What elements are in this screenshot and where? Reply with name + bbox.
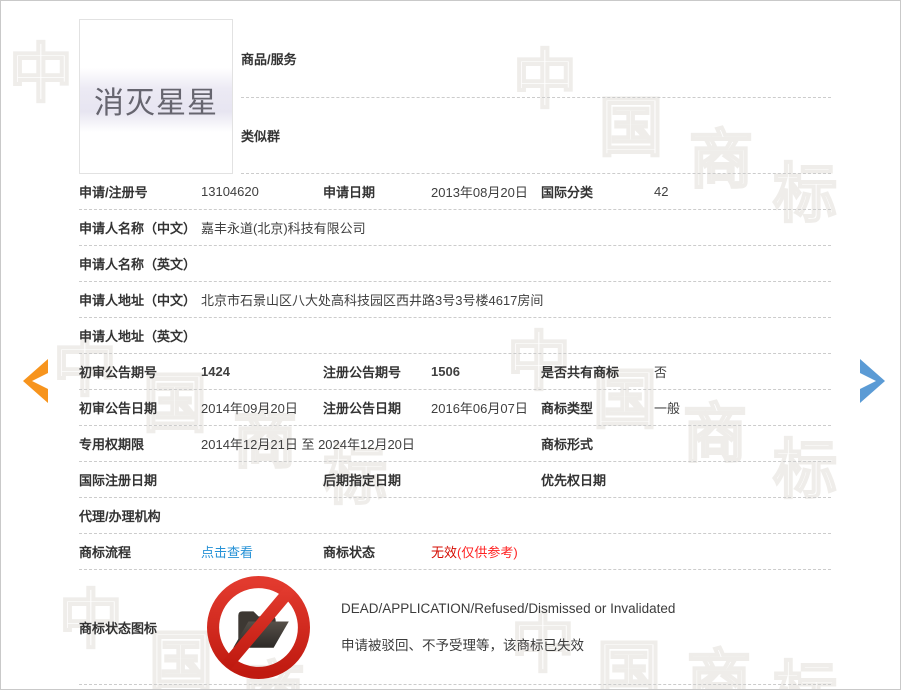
applicant-addr-en-label: 申请人地址（英文）: [79, 326, 201, 345]
table-row: 申请人地址（英文）: [79, 318, 831, 354]
applicant-name-en-label: 申请人名称（英文）: [79, 254, 201, 273]
watermark-char: 中: [9, 43, 73, 107]
reg-gazette-no-label: 注册公告期号: [323, 362, 431, 381]
table-row: 申请人地址（中文） 北京市石景山区八大处高科技园区西井路3号3号楼4617房间: [79, 282, 831, 318]
intl-class-label: 国际分类: [541, 182, 654, 201]
goods-services-label: 商品/服务: [241, 49, 297, 68]
app-date-label: 申请日期: [323, 182, 431, 201]
table-row: 申请人名称（中文） 嘉丰永道(北京)科技有限公司: [79, 210, 831, 246]
status-icon-label: 商标状态图标: [79, 618, 201, 637]
exclusive-period-label: 专用权期限: [79, 434, 201, 453]
mark-form-label: 商标形式: [541, 434, 654, 453]
first-gazette-date-value: 2014年09月20日: [201, 398, 323, 417]
applicant-addr-cn-label: 申请人地址（中文）: [79, 290, 201, 309]
table-row: 国际注册日期 后期指定日期 优先权日期: [79, 462, 831, 498]
applicant-addr-cn-value: 北京市石景山区八大处高科技园区西井路3号3号楼4617房间: [201, 290, 831, 309]
first-gazette-date-label: 初审公告日期: [79, 398, 201, 417]
prohibited-folder-icon: [206, 575, 311, 680]
status-label: 商标状态: [323, 542, 431, 561]
chevron-right-icon: [857, 358, 889, 404]
trademark-image-band: 消灭星星: [80, 68, 232, 132]
status-line-cn: 申请被驳回、不予受理等，该商标已失效: [341, 634, 675, 654]
status-value: 无效: [431, 545, 457, 560]
prev-page-arrow[interactable]: [19, 358, 51, 404]
mark-type-value: 一般: [654, 398, 831, 417]
status-icon-row: 商标状态图标: [79, 570, 831, 685]
table-row: 商标流程 点击查看 商标状态 无效(仅供参考): [79, 534, 831, 570]
exclusive-period-value: 2014年12月21日 至 2024年12月20日: [201, 434, 541, 453]
agency-label: 代理/办理机构: [79, 506, 201, 525]
shared-mark-label: 是否共有商标: [541, 362, 654, 381]
process-label: 商标流程: [79, 542, 201, 561]
status-note: (仅供参考): [457, 545, 518, 560]
trademark-image[interactable]: 消灭星星: [79, 19, 233, 174]
table-row: 专用权期限 2014年12月21日 至 2024年12月20日 商标形式: [79, 426, 831, 462]
app-date-value: 2013年08月20日: [431, 182, 541, 201]
reg-no-label: 申请/注册号: [79, 182, 201, 201]
table-row: 代理/办理机构: [79, 498, 831, 534]
table-row: 申请人名称（英文）: [79, 246, 831, 282]
first-gazette-no-value: 1424: [201, 364, 323, 379]
reg-no-value: 13104620: [201, 184, 323, 199]
table-row: 申请/注册号 13104620 申请日期 2013年08月20日 国际分类 42: [79, 174, 831, 210]
reg-gazette-date-value: 2016年06月07日: [431, 398, 541, 417]
late-designation-date-label: 后期指定日期: [323, 470, 431, 489]
process-view-link[interactable]: 点击查看: [201, 542, 323, 561]
status-line-en: DEAD/APPLICATION/Refused/Dismissed or In…: [341, 601, 675, 616]
chevron-left-icon: [19, 358, 51, 404]
trademark-name-text: 消灭星星: [94, 78, 218, 122]
trademark-detail-page: 中 中 国 商 标 中 国 商 标 中 国 商 标 中 国 商 中 国 商 标 …: [0, 0, 901, 690]
similar-group-row: 类似群: [241, 98, 831, 174]
shared-mark-value: 否: [654, 362, 831, 381]
first-gazette-no-label: 初审公告期号: [79, 362, 201, 381]
reg-gazette-date-label: 注册公告日期: [323, 398, 431, 417]
next-page-arrow[interactable]: [857, 358, 889, 404]
top-section: 消灭星星 商品/服务 类似群: [79, 19, 831, 174]
dead-status-icon: [206, 575, 311, 680]
mark-type-label: 商标类型: [541, 398, 654, 417]
table-row: 初审公告期号 1424 注册公告期号 1506 是否共有商标 否: [79, 354, 831, 390]
table-row: 初审公告日期 2014年09月20日 注册公告日期 2016年06月07日 商标…: [79, 390, 831, 426]
applicant-name-cn-label: 申请人名称（中文）: [79, 218, 201, 237]
reg-gazette-no-value: 1506: [431, 364, 541, 379]
similar-group-label: 类似群: [241, 126, 280, 145]
trademark-info-table: 消灭星星 商品/服务 类似群 申请/注册号 13104620 申请日期 2013…: [79, 19, 831, 685]
intl-class-value: 42: [654, 184, 831, 199]
goods-services-row: 商品/服务: [241, 19, 831, 98]
applicant-name-cn-value: 嘉丰永道(北京)科技有限公司: [201, 218, 831, 237]
intl-reg-date-label: 国际注册日期: [79, 470, 201, 489]
priority-date-label: 优先权日期: [541, 470, 654, 489]
